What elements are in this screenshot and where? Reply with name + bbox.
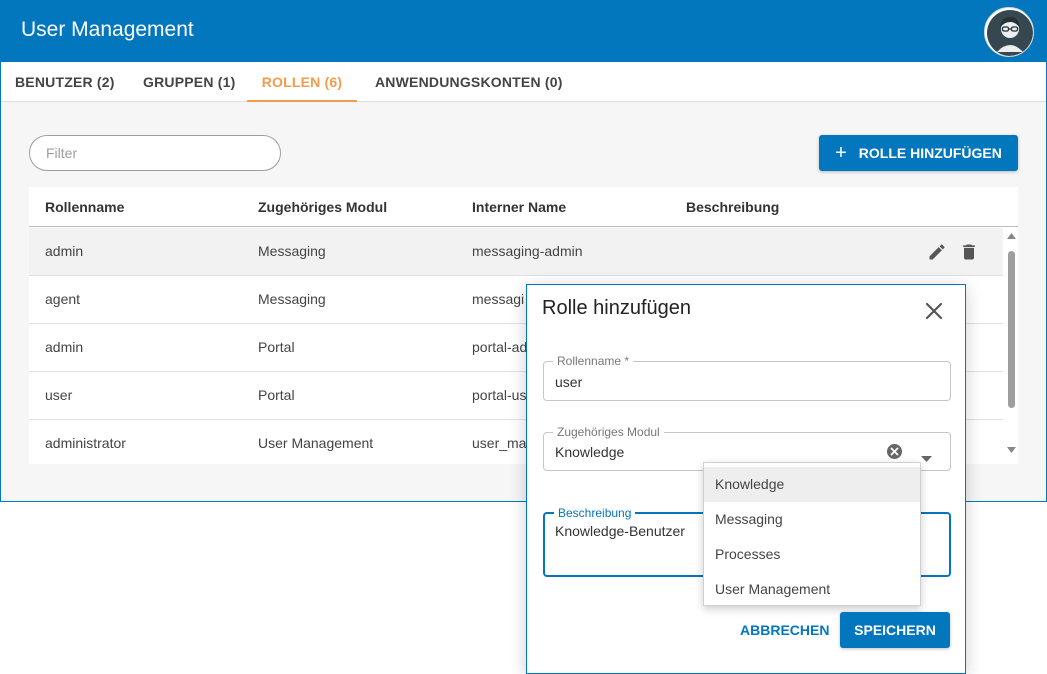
app-header: User Management xyxy=(1,1,1046,62)
cell-interner-name: messaging-admin xyxy=(472,243,583,259)
add-role-button[interactable]: + ROLLE HINZUFÜGEN xyxy=(819,135,1018,171)
tab-anwendungskonten[interactable]: ANWENDUNGSKONTEN (0) xyxy=(375,62,563,102)
cell-modul: User Management xyxy=(258,435,374,451)
cell-modul: Portal xyxy=(258,339,295,355)
column-header-rollenname[interactable]: Rollenname xyxy=(45,199,124,215)
cell-modul: Messaging xyxy=(258,243,326,259)
scroll-down-arrow-icon[interactable] xyxy=(1007,447,1016,453)
column-header-interner-name[interactable]: Interner Name xyxy=(472,199,566,215)
user-avatar-icon[interactable] xyxy=(984,7,1034,57)
dropdown-option-messaging[interactable]: Messaging xyxy=(704,502,920,537)
cell-interner-name: portal-us xyxy=(472,387,527,403)
cell-interner-name: user_ma xyxy=(472,435,527,451)
description-value: Knowledge-Benutzer xyxy=(555,523,685,539)
dropdown-option-knowledge[interactable]: Knowledge xyxy=(704,467,920,502)
tab-rollen[interactable]: ROLLEN (6) xyxy=(247,62,357,102)
dropdown-option-user-management[interactable]: User Management xyxy=(704,572,920,607)
dialog-title: Rolle hinzufügen xyxy=(542,297,691,319)
edit-pencil-icon[interactable] xyxy=(927,242,947,267)
rolename-value: user xyxy=(555,374,583,390)
chevron-down-icon[interactable] xyxy=(921,449,932,467)
cancel-button[interactable]: ABBRECHEN xyxy=(740,622,829,638)
module-dropdown-menu: Knowledge Messaging Processes User Manag… xyxy=(703,462,921,606)
scroll-thumb[interactable] xyxy=(1008,251,1015,408)
filter-input[interactable] xyxy=(29,135,281,171)
tab-gruppen[interactable]: GRUPPEN (1) xyxy=(143,62,235,102)
cell-interner-name: portal-ad xyxy=(472,339,528,355)
tab-bar: BENUTZER (2) GRUPPEN (1) ROLLEN (6) ANWE… xyxy=(1,62,1046,102)
rolename-label: Rollenname * xyxy=(553,354,634,368)
dropdown-option-processes[interactable]: Processes xyxy=(704,537,920,572)
cell-rollenname: admin xyxy=(45,339,84,355)
cell-rollenname: admin xyxy=(45,243,84,259)
table-row[interactable]: admin Messaging messaging-admin xyxy=(29,228,1003,276)
cell-rollenname: user xyxy=(45,387,73,403)
close-icon[interactable] xyxy=(923,300,945,322)
column-header-beschreibung[interactable]: Beschreibung xyxy=(686,199,779,215)
plus-icon: + xyxy=(835,142,847,164)
save-button[interactable]: SPEICHERN xyxy=(840,612,950,648)
cell-modul: Portal xyxy=(258,387,295,403)
description-label: Beschreibung xyxy=(554,506,636,520)
cell-interner-name: messagi xyxy=(472,291,525,307)
row-actions xyxy=(927,242,979,267)
rolename-field[interactable]: Rollenname * user xyxy=(543,354,951,401)
cell-rollenname: administrator xyxy=(45,435,126,451)
tab-benutzer[interactable]: BENUTZER (2) xyxy=(15,62,115,102)
table-header: Rollenname Zugehöriges Modul Interner Na… xyxy=(29,187,1018,227)
cell-modul: Messaging xyxy=(258,291,326,307)
module-value: Knowledge xyxy=(555,444,625,460)
cell-rollenname: agent xyxy=(45,291,81,307)
app-title: User Management xyxy=(21,18,194,41)
delete-trash-icon[interactable] xyxy=(959,242,979,267)
table-scrollbar[interactable] xyxy=(1005,227,1018,464)
module-label: Zugehöriges Modul xyxy=(553,425,664,439)
column-header-modul[interactable]: Zugehöriges Modul xyxy=(258,199,387,215)
add-role-label: ROLLE HINZUFÜGEN xyxy=(858,145,1002,161)
scroll-up-arrow-icon[interactable] xyxy=(1007,233,1016,239)
